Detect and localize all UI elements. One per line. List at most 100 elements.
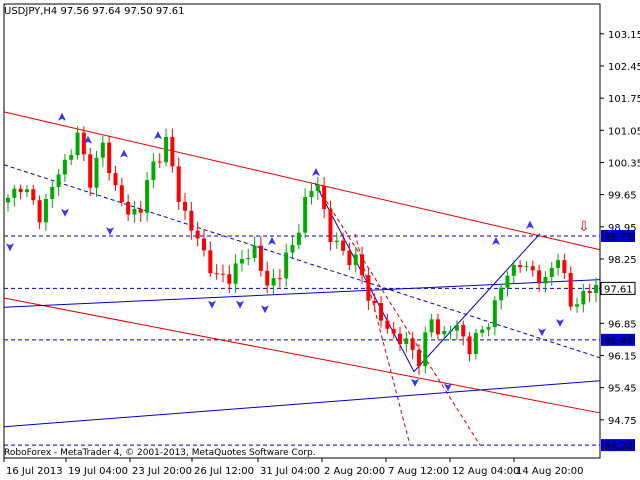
candle-bear: [391, 328, 396, 334]
candle-bear: [360, 254, 365, 276]
down-arrow-marker: ⇩: [578, 219, 590, 235]
candle-bull: [50, 186, 55, 199]
candle-bull: [549, 267, 554, 277]
price-tick-label: 101.75: [608, 94, 640, 105]
candle-bull: [556, 260, 561, 268]
candle-bear: [37, 200, 42, 223]
price-tick-label: 102.45: [608, 62, 640, 73]
candle-bull: [56, 174, 61, 187]
candle-bear: [347, 250, 352, 265]
fractal-down-arrow: [411, 378, 419, 387]
price-tick-label: 95.45: [608, 384, 637, 395]
candle-bull: [524, 266, 529, 268]
time-tick-label: 7 Aug 12:00: [388, 466, 449, 477]
chart-window[interactable]: ⇩ 103.15 102.45 101.75 101.05 100.35 99.65 98.…: [0, 0, 640, 480]
candle-bull: [543, 276, 548, 284]
candle-bull: [473, 332, 478, 355]
candle-bull: [429, 319, 434, 333]
candle-bull: [6, 197, 10, 203]
candle-bear: [416, 349, 421, 367]
support-line: [3, 279, 601, 308]
price-tick-label: 100.35: [608, 158, 640, 169]
fractal-up-arrow: [58, 112, 66, 121]
chart-grid: [3, 3, 601, 459]
time-tick-label: 31 Jul 04:00: [260, 466, 320, 477]
candle-bear: [81, 132, 86, 155]
candle-bear: [328, 209, 333, 243]
fractal-down-arrow: [556, 319, 564, 328]
candle-bull: [499, 287, 504, 301]
candle-bear: [467, 336, 472, 355]
candle-bull: [454, 325, 459, 331]
fractal-up-arrow: [154, 131, 162, 140]
candle-bull: [69, 155, 74, 160]
candle-bull: [132, 208, 137, 215]
candle-bear: [398, 333, 402, 345]
candle-bull: [404, 338, 409, 345]
fan-line: [314, 182, 481, 446]
candle-bull: [145, 180, 150, 213]
fractal-up-arrow: [268, 236, 276, 245]
price-chart[interactable]: ⇩ 103.15 102.45 101.75 101.05 100.35 99.65 98.…: [0, 0, 640, 480]
candle-bull: [480, 329, 485, 333]
price-level-label: 94.20: [604, 441, 633, 452]
candle-bull: [505, 275, 510, 288]
price-tick-label: 99.65: [608, 191, 637, 202]
candle-bear: [518, 265, 523, 268]
candle-bear: [18, 188, 23, 193]
candle-bear: [208, 250, 213, 274]
candle-bull: [442, 331, 447, 335]
time-tick-label: 2 Aug 20:00: [324, 466, 385, 477]
fractal-down-arrow: [61, 208, 69, 217]
candle-bear: [341, 240, 346, 251]
candle-bear: [227, 274, 232, 284]
candle-bull: [271, 278, 276, 286]
candle-bear: [530, 266, 535, 271]
candle-bull: [100, 142, 105, 158]
fractal-up-arrow: [120, 149, 128, 158]
price-level-label: 98.75: [604, 232, 633, 243]
candle-bull: [423, 332, 428, 367]
candle-bear: [587, 290, 592, 294]
candle-bull: [284, 252, 289, 279]
candle-bull: [575, 304, 580, 307]
candle-bull: [252, 245, 257, 259]
candle-bear: [461, 325, 466, 337]
candle-bull: [246, 258, 251, 260]
candle-bear: [366, 275, 371, 301]
candle-bull: [303, 197, 308, 233]
fractal-down-arrow: [208, 300, 216, 309]
candle-bear: [372, 300, 377, 304]
time-tick-label: 26 Jul 12:00: [194, 466, 254, 477]
candle-bull: [486, 327, 491, 330]
fractal-arrows: ⇩: [6, 112, 590, 392]
chart-title: USDJPY,H4 97.56 97.64 97.50 97.61: [4, 6, 185, 17]
time-tick-label: 19 Jul 04:00: [68, 466, 128, 477]
candle-bear: [322, 185, 327, 210]
candle-bear: [113, 173, 118, 186]
time-tick-label: 23 Jul 20:00: [132, 466, 192, 477]
candle-bull: [511, 265, 516, 276]
candle-bear: [277, 278, 282, 280]
price-tick-label: 96.15: [608, 351, 637, 362]
fractal-up-arrow: [492, 236, 500, 245]
candle-bull: [315, 185, 320, 192]
candle-bull: [309, 191, 314, 198]
price-tick-label: 96.85: [608, 319, 637, 330]
candle-bear: [379, 303, 384, 321]
price-axis[interactable]: 103.15102.45101.75101.05100.3599.6598.95…: [600, 30, 640, 452]
candle-bear: [107, 142, 112, 174]
candle-bear: [88, 154, 93, 188]
candle-bull: [290, 244, 295, 253]
candle-bull: [151, 161, 156, 181]
price-tick-label: 94.75: [608, 416, 637, 427]
price-level-label: 96.49: [604, 336, 633, 347]
time-tick-label: 16 Jul 2013: [6, 466, 63, 477]
channel-lower-line: [3, 297, 601, 414]
time-axis[interactable]: 16 Jul 2013 19 Jul 04:00 23 Jul 20:00 26 Ju…: [3, 458, 583, 477]
candle-bear: [202, 238, 206, 251]
candle-bear: [410, 338, 415, 350]
candle-bull: [594, 284, 598, 294]
candle-bull: [233, 263, 238, 284]
plot-border: [3, 3, 601, 459]
